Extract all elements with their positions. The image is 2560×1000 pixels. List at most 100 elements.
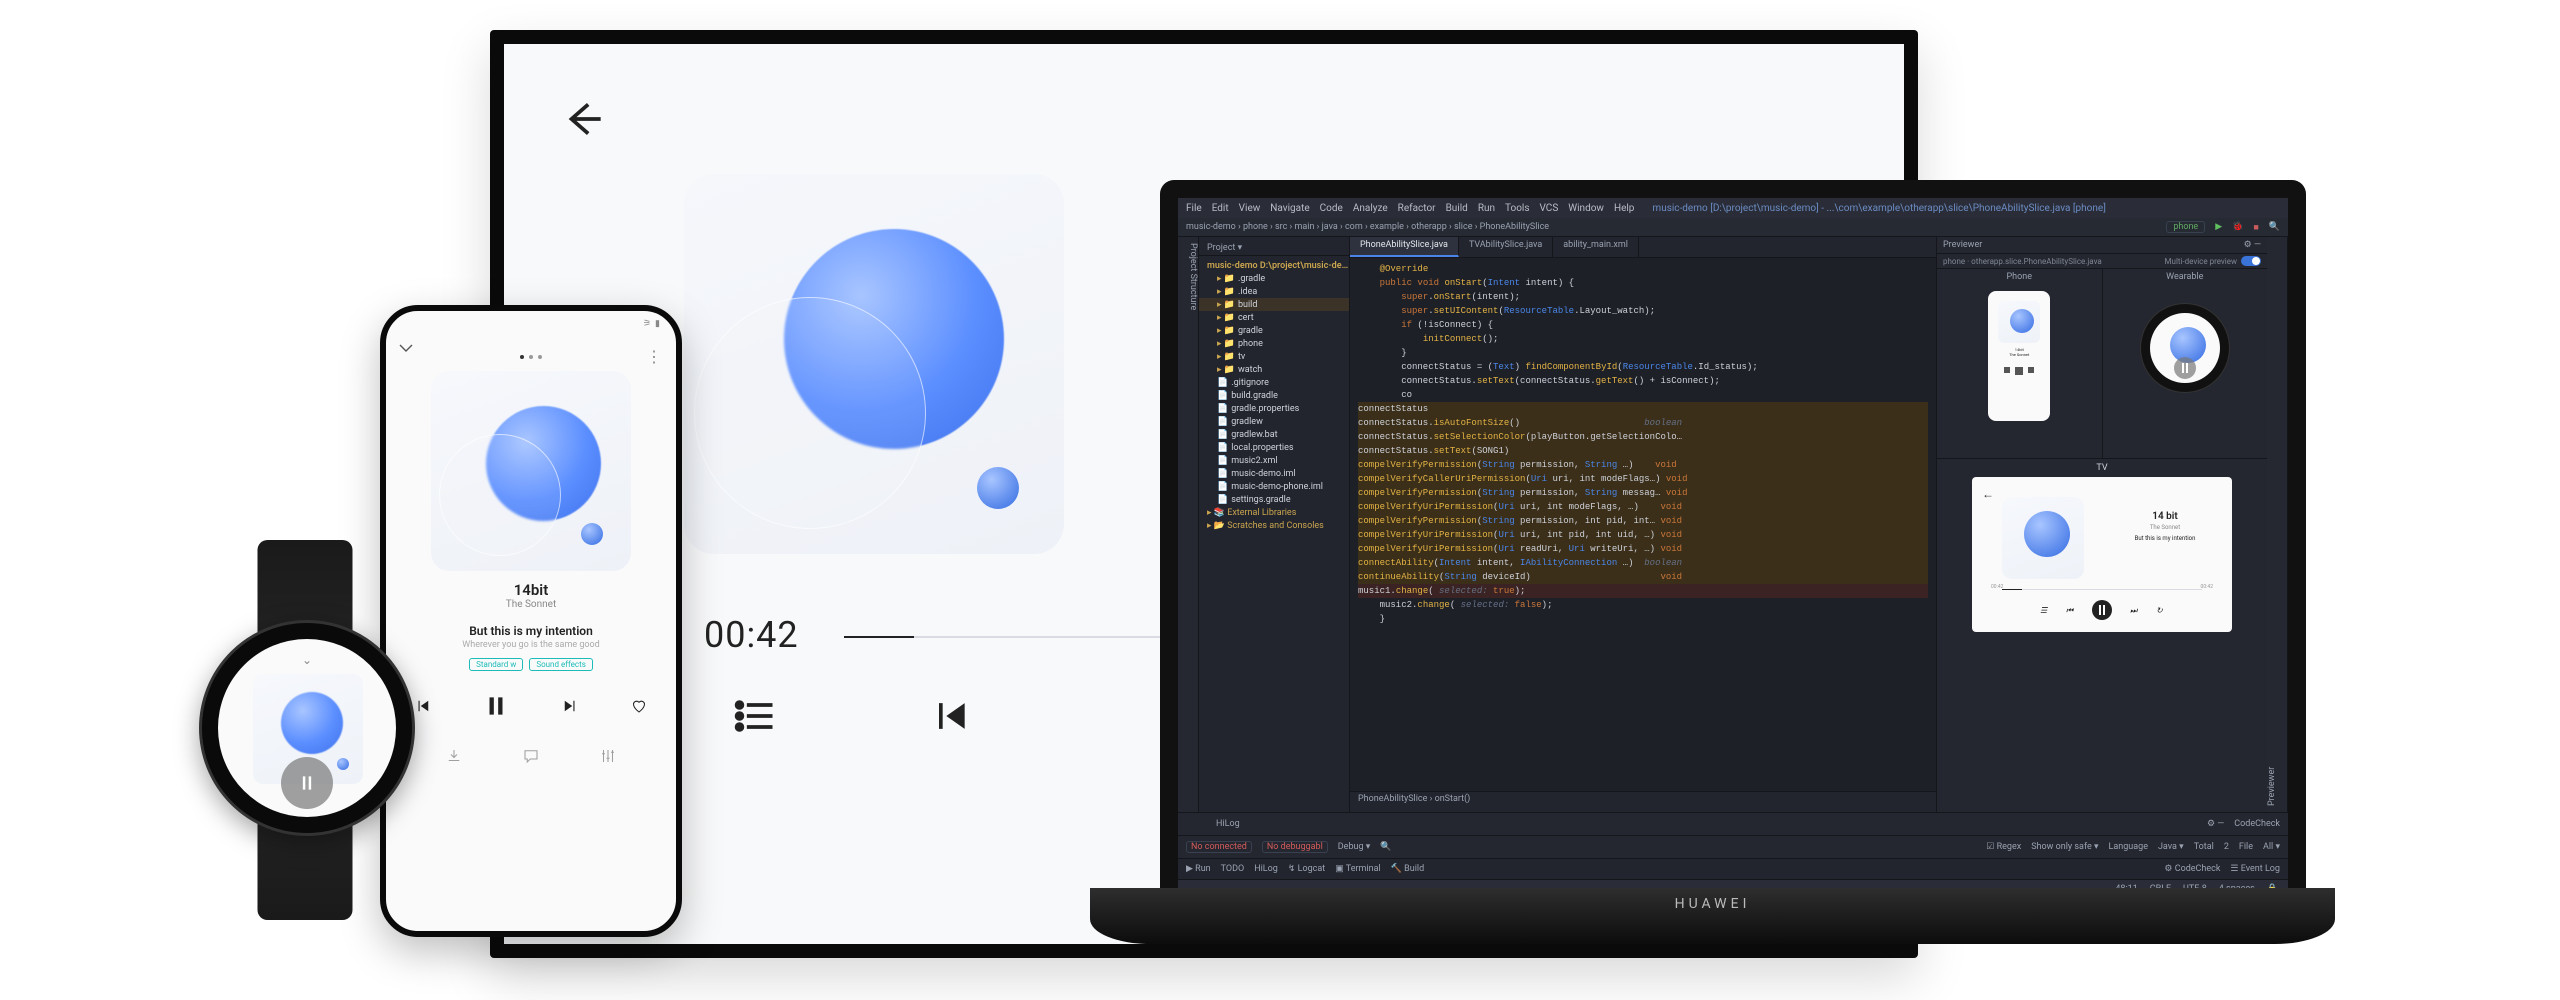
next-track-icon: ⏭	[2130, 606, 2138, 614]
phone-album-art	[431, 371, 631, 571]
page-indicator	[386, 353, 676, 359]
codecheck-gear-icon[interactable]: ⚙ —	[2207, 819, 2224, 829]
bottom-tab-build[interactable]: 🔨 Build	[1391, 864, 1424, 874]
tree-item: 📄music2.xml	[1199, 454, 1349, 467]
tree-item: 📄gradlew	[1199, 415, 1349, 428]
breadcrumb[interactable]: music-demo › phone › src › main › java ›…	[1186, 222, 1549, 232]
tree-item: 📄gradle.properties	[1199, 402, 1349, 415]
project-root[interactable]: music-demo D:\project\music-demo	[1199, 259, 1349, 272]
preview-wearable[interactable]	[2144, 307, 2226, 389]
menu-code[interactable]: Code	[1320, 203, 1343, 214]
watch-device-mockup: ⌄	[190, 540, 420, 920]
tab-phoneability[interactable]: PhoneAbilitySlice.java	[1350, 237, 1459, 257]
laptop-brand: HUAWEI	[1090, 888, 2335, 944]
menu-edit[interactable]: Edit	[1212, 203, 1229, 214]
regex-checkbox[interactable]: ☑ Regex	[1986, 842, 2021, 852]
no-connected-tag[interactable]: No connected	[1186, 841, 1252, 853]
tree-item: ▸ 📁tv	[1199, 350, 1349, 363]
pause-button[interactable]	[483, 693, 509, 719]
config-select[interactable]: Debug ▾	[1338, 842, 1371, 852]
tool-window-bar: ▶ Run TODO HiLog ↯ Logcat ▣ Terminal 🔨 B…	[1178, 858, 2288, 879]
menu-window[interactable]: Window	[1568, 203, 1604, 214]
bottom-tab-eventlog[interactable]: ☰ Event Log	[2230, 864, 2280, 874]
phone-device-mockup: ⚞▮ ⋮ 14bit The Sonnet But this is my int…	[380, 305, 682, 937]
lang-select[interactable]: Java ▾	[2158, 842, 2184, 852]
menu-help[interactable]: Help	[1614, 203, 1634, 214]
tree-item: 📄gradlew.bat	[1199, 428, 1349, 441]
menu-build[interactable]: Build	[1446, 203, 1468, 214]
tree-item: ▸ 📁gradle	[1199, 324, 1349, 337]
equalizer-icon[interactable]	[599, 747, 617, 765]
tab-layoutxml[interactable]: ability_main.xml	[1553, 237, 1639, 257]
pause-button	[2092, 600, 2112, 620]
search-icon[interactable]: 🔍	[2269, 222, 2280, 232]
bottom-tab-terminal[interactable]: ▣ Terminal	[1335, 864, 1380, 874]
album-art	[684, 174, 1064, 554]
tree-item: ▸ 📁watch	[1199, 363, 1349, 376]
lyric-line: But this is my intention	[386, 624, 676, 638]
menu-run[interactable]: Run	[1478, 203, 1495, 214]
stop-icon[interactable]: ■	[2253, 222, 2258, 233]
song-title: 14bit	[386, 581, 676, 599]
debug-icon[interactable]: 🐞	[2232, 222, 2243, 232]
watch-down-chevron-icon[interactable]: ⌄	[302, 653, 312, 667]
menu-vcs[interactable]: VCS	[1540, 203, 1559, 214]
watch-pause-button[interactable]	[281, 757, 333, 809]
previewer-title: Previewer	[1943, 240, 1982, 250]
file-label: File	[2239, 842, 2253, 852]
menu-analyze[interactable]: Analyze	[1353, 203, 1388, 214]
tree-item: ▸ 📁build	[1199, 298, 1349, 311]
file-select[interactable]: All ▾	[2263, 842, 2280, 852]
code-editor[interactable]: @Override public void onStart(Intent int…	[1350, 258, 1936, 791]
ide-toolbar: music-demo › phone › src › main › java ›…	[1178, 218, 2288, 237]
download-icon[interactable]	[445, 747, 463, 765]
project-tool-tab[interactable]: Project Structure	[1178, 237, 1199, 812]
codecheck-label: CodeCheck	[2234, 819, 2280, 829]
menu-tools[interactable]: Tools	[1505, 203, 1529, 214]
collapse-chevron-icon[interactable]	[386, 337, 676, 353]
editor-tabs: PhoneAbilitySlice.java TVAbilitySlice.ja…	[1350, 237, 1936, 258]
window-title: music-demo [D:\project\music-demo] - ...…	[1652, 203, 2105, 214]
project-tree[interactable]: Project ▾ music-demo D:\project\music-de…	[1199, 237, 1350, 812]
next-track-icon[interactable]	[561, 697, 579, 715]
bottom-tab-logcat[interactable]: ↯ Logcat	[1288, 864, 1325, 874]
bottom-tab-hilog[interactable]: HiLog	[1254, 864, 1278, 874]
no-debuggable-tag[interactable]: No debuggabl	[1262, 841, 1328, 853]
editor-breadcrumb[interactable]: PhoneAbilitySlice › onStart()	[1350, 791, 1936, 812]
chip-sfx[interactable]: Sound effects	[529, 658, 593, 671]
tree-item: ▸ 📁cert	[1199, 311, 1349, 324]
menu-view[interactable]: View	[1239, 203, 1261, 214]
queue-icon[interactable]	[734, 694, 778, 738]
preview-tv[interactable]: ← 14 bit The Sonnet But this is my inten…	[1972, 477, 2232, 632]
tab-tvability[interactable]: TVAbilitySlice.java	[1459, 237, 1553, 257]
bottom-tab-codecheck[interactable]: ⚙ CodeCheck	[2164, 864, 2220, 874]
previous-track-icon[interactable]	[928, 694, 972, 738]
back-icon[interactable]	[559, 94, 609, 144]
preview-tv-back-icon: ←	[1982, 487, 1994, 501]
comments-icon[interactable]	[522, 747, 540, 765]
run-target-select[interactable]: phone	[2166, 221, 2205, 233]
tree-item: 📄local.properties	[1199, 441, 1349, 454]
ide-menubar: File Edit View Navigate Code Analyze Ref…	[1178, 198, 2288, 218]
filter-icon[interactable]: 🔍	[1380, 842, 1391, 852]
bottom-tab-run[interactable]: ▶ Run	[1186, 864, 1211, 874]
more-menu-icon[interactable]: ⋮	[646, 347, 662, 366]
previewer-tool-tab[interactable]: Previewer	[2267, 237, 2288, 812]
multi-device-toggle[interactable]	[2241, 256, 2261, 266]
favorite-icon[interactable]	[630, 697, 648, 715]
tree-item: 📄music-demo.iml	[1199, 467, 1349, 480]
menu-navigate[interactable]: Navigate	[1270, 203, 1309, 214]
chip-standard[interactable]: Standard w	[469, 658, 523, 671]
menu-file[interactable]: File	[1186, 203, 1202, 214]
preview-phone[interactable]: 14bitThe Sonnet	[1988, 291, 2050, 421]
laptop-device-mockup: File Edit View Navigate Code Analyze Ref…	[1090, 180, 2335, 970]
menu-refactor[interactable]: Refactor	[1398, 203, 1436, 214]
bottom-tab-todo[interactable]: TODO	[1221, 864, 1245, 874]
tree-item: 📄music-demo-phone.iml	[1199, 480, 1349, 493]
codecheck-bar: HiLog ⚙ — CodeCheck	[1178, 812, 2288, 835]
gear-icon[interactable]: ⚙ —	[2244, 240, 2261, 250]
playback-timecode: 00:42	[704, 614, 799, 656]
hilog-tab[interactable]: HiLog	[1216, 819, 1240, 829]
run-icon[interactable]: ▶	[2215, 222, 2222, 232]
safe-only-select[interactable]: Show only safe ▾	[2031, 842, 2098, 852]
